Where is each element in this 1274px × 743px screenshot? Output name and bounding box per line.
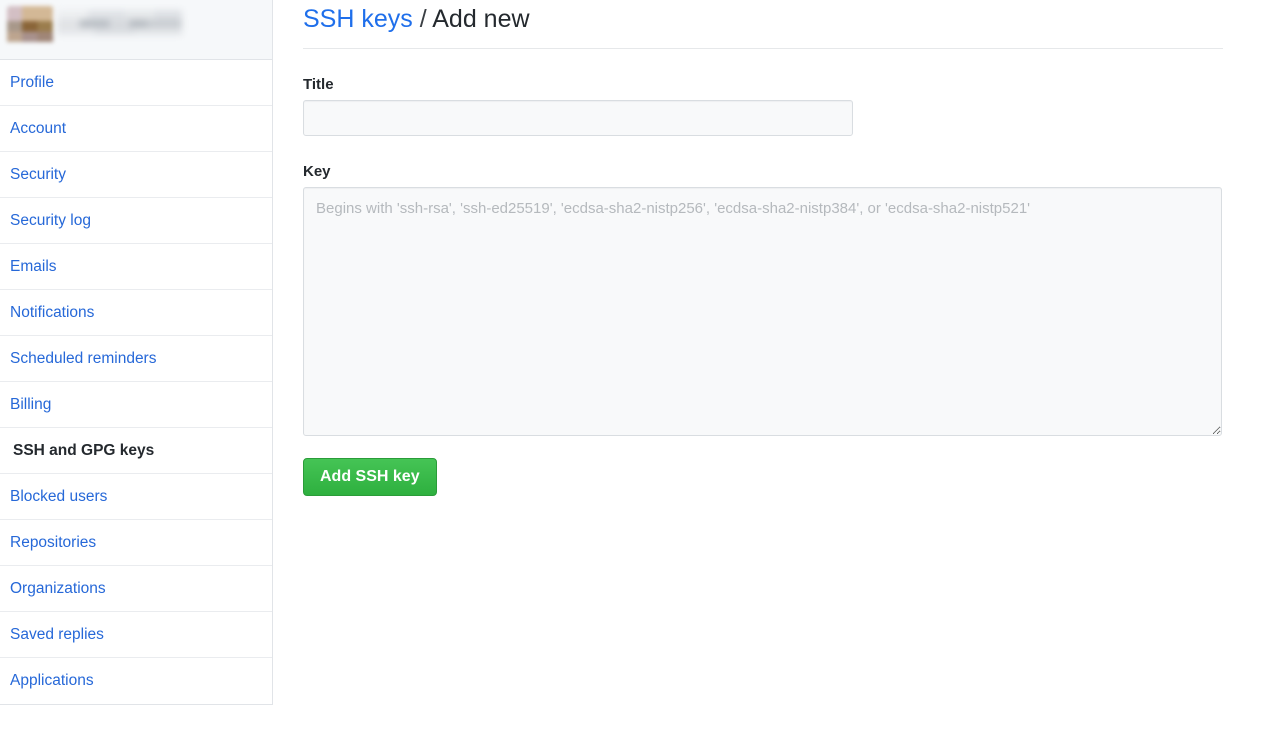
page-title: SSH keys / Add new [303,0,1223,49]
sidebar-item-label: Billing [10,396,52,413]
sidebar-item-label: Emails [10,258,57,275]
username-label [57,10,182,42]
sidebar-item-security[interactable]: Security [0,152,272,198]
title-input[interactable] [303,100,853,136]
breadcrumb-link-ssh-keys[interactable]: SSH keys [303,5,413,33]
main-content: SSH keys / Add new Title Key Add SSH key [303,0,1223,496]
sidebar-item-label: Blocked users [10,488,108,505]
sidebar-item-ssh-and-gpg-keys[interactable]: SSH and GPG keys [0,428,272,474]
key-input[interactable] [303,187,1222,436]
sidebar-item-billing[interactable]: Billing [0,382,272,428]
sidebar-item-repositories[interactable]: Repositories [0,520,272,566]
key-field-label: Key [303,163,331,180]
sidebar-item-label: Organizations [10,580,106,597]
add-ssh-key-button[interactable]: Add SSH key [303,458,437,496]
sidebar-item-emails[interactable]: Emails [0,244,272,290]
sidebar-item-label: Saved replies [10,626,104,643]
sidebar-item-label: Profile [10,74,54,91]
sidebar-item-saved-replies[interactable]: Saved replies [0,612,272,658]
sidebar-item-label: SSH and GPG keys [13,442,155,459]
settings-sidebar: Profile Account Security Security log Em… [0,0,273,705]
breadcrumb-separator: / [419,5,427,33]
sidebar-item-blocked-users[interactable]: Blocked users [0,474,272,520]
sidebar-item-label: Repositories [10,534,97,551]
settings-page: Profile Account Security Security log Em… [0,0,1274,743]
sidebar-nav: Profile Account Security Security log Em… [0,60,273,705]
title-field-label: Title [303,76,334,93]
sidebar-item-account[interactable]: Account [0,106,272,152]
sidebar-item-profile[interactable]: Profile [0,60,272,106]
account-switcher[interactable] [0,0,273,60]
sidebar-item-label: Security log [10,212,91,229]
sidebar-item-label: Security [10,166,66,183]
sidebar-item-notifications[interactable]: Notifications [0,290,272,336]
sidebar-item-scheduled-reminders[interactable]: Scheduled reminders [0,336,272,382]
sidebar-item-applications[interactable]: Applications [0,658,272,704]
sidebar-item-organizations[interactable]: Organizations [0,566,272,612]
sidebar-item-label: Applications [10,672,94,689]
avatar [7,6,53,52]
sidebar-item-label: Scheduled reminders [10,350,157,367]
sidebar-item-label: Account [10,120,67,137]
sidebar-item-security-log[interactable]: Security log [0,198,272,244]
breadcrumb-current: Add new [432,5,530,33]
sidebar-item-label: Notifications [10,304,95,321]
